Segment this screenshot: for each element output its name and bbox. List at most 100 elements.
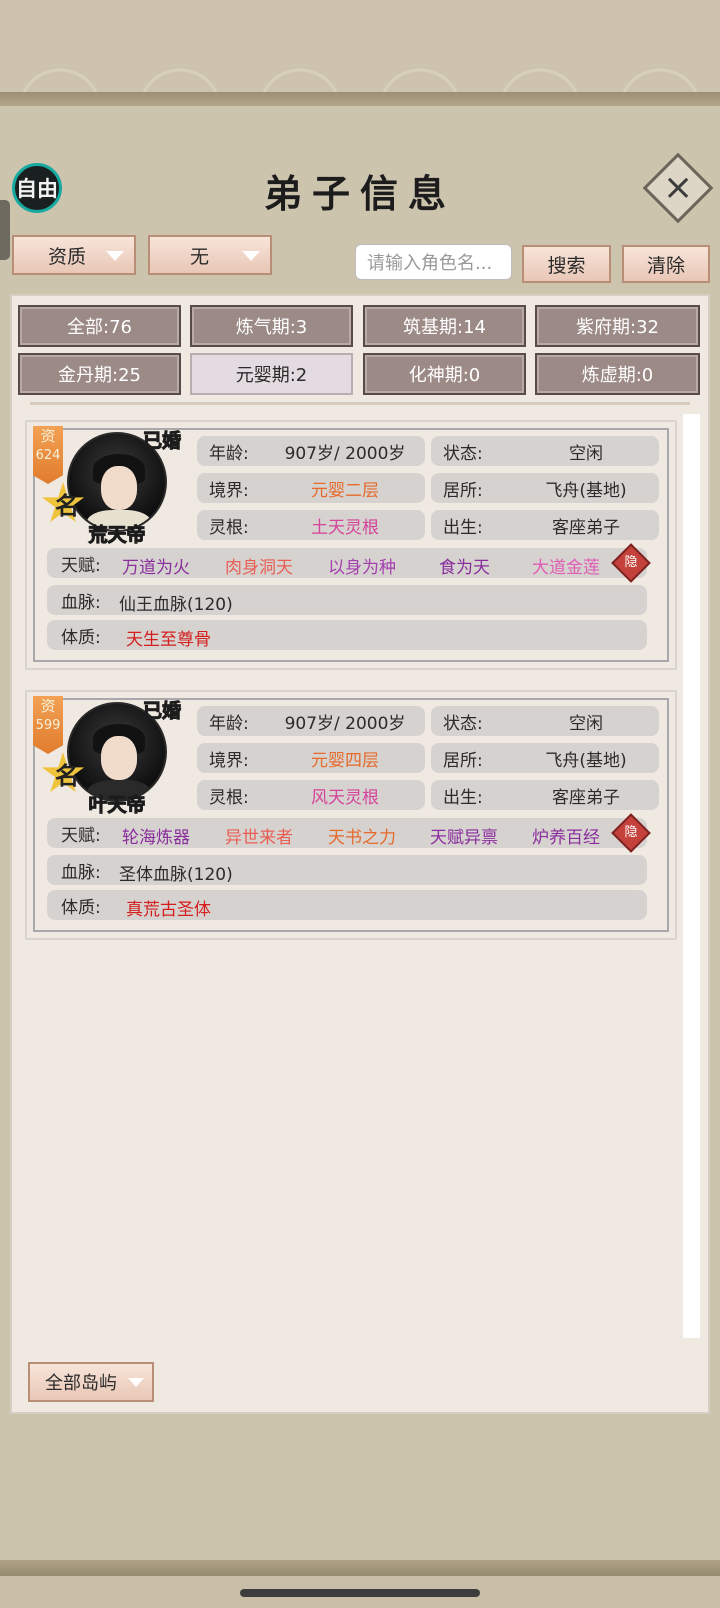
island-dropdown[interactable]: 全部岛屿 [28, 1362, 154, 1402]
talent-item[interactable]: 以身为种 [328, 553, 396, 578]
close-icon: × [662, 166, 694, 208]
married-badge: 已婚 [142, 430, 182, 453]
status-value: 空闲 [569, 713, 603, 734]
birth-value: 客座弟子 [552, 787, 620, 808]
disciple-name: 叶天帝 [88, 794, 146, 817]
tab-all[interactable]: 全部:76 [18, 305, 181, 347]
spirit-root-field: 灵根: 风天灵根 [197, 780, 425, 810]
side-handle[interactable] [0, 200, 10, 260]
hidden-label: 隐 [624, 825, 638, 840]
hidden-label: 隐 [624, 555, 638, 570]
bottom-border [0, 1560, 720, 1576]
physique-row: 体质: 真荒古圣体 [47, 890, 647, 920]
scrollbar[interactable] [683, 414, 700, 1338]
aptitude-label: 资 [40, 427, 56, 445]
residence-value: 飞舟(基地) [545, 750, 627, 771]
chevron-down-icon [106, 251, 124, 261]
tab-golden-core[interactable]: 金丹期:25 [18, 353, 181, 395]
birth-label: 出生: [443, 517, 483, 538]
search-input[interactable]: 请输入角色名... [355, 244, 512, 280]
chevron-down-icon [128, 1378, 144, 1387]
residence-field: 居所: 飞舟(基地) [431, 743, 659, 773]
realm-label: 境界: [209, 750, 249, 771]
value-dropdown-label: 无 [190, 245, 210, 268]
talent-row: 天赋: 万道为火 肉身洞天 以身为种 食为天 大道金莲 [47, 548, 647, 578]
talent-item[interactable]: 轮海炼器 [122, 823, 190, 848]
status-value: 空闲 [569, 443, 603, 464]
talent-item[interactable]: 食为天 [439, 553, 490, 578]
status-label: 状态: [443, 713, 483, 734]
age-field: 年龄: 907岁/ 2000岁 [197, 706, 425, 736]
birth-label: 出生: [443, 787, 483, 808]
age-field: 年龄: 907岁/ 2000岁 [197, 436, 425, 466]
talent-item[interactable]: 肉身洞天 [225, 553, 293, 578]
aptitude-dropdown-label: 资质 [48, 245, 87, 268]
physique-label: 体质: [61, 897, 101, 918]
free-mode-button[interactable]: 自由 [12, 163, 62, 213]
top-border [0, 92, 720, 106]
island-dropdown-label: 全部岛屿 [45, 1373, 117, 1394]
spirit-root-label: 灵根: [209, 517, 249, 538]
tab-spirit-transformation[interactable]: 化神期:0 [363, 353, 526, 395]
talent-item[interactable]: 天书之力 [328, 823, 396, 848]
realm-field: 境界: 元婴二层 [197, 473, 425, 503]
talent-item[interactable]: 炉养百经 [532, 823, 600, 848]
rank-glyph: 名 [55, 491, 79, 520]
age-value: 907岁/ 2000岁 [284, 443, 406, 464]
aptitude-value: 599 [35, 718, 61, 733]
chevron-down-icon [242, 251, 260, 261]
spirit-root-field: 灵根: 土天灵根 [197, 510, 425, 540]
talent-row: 天赋: 轮海炼器 异世来者 天书之力 天赋异禀 炉养百经 [47, 818, 647, 848]
residence-label: 居所: [443, 750, 483, 771]
aptitude-tag: 资 599 [33, 696, 63, 754]
bloodline-row: 血脉: 圣体血脉(120) [47, 855, 647, 885]
realm-value: 元婴四层 [311, 750, 379, 771]
residence-label: 居所: [443, 480, 483, 501]
bloodline-value: 仙王血脉(120) [119, 595, 233, 615]
spirit-root-value: 风天灵根 [311, 787, 379, 808]
age-value: 907岁/ 2000岁 [284, 713, 406, 734]
bloodline-label: 血脉: [61, 592, 101, 613]
birth-value: 客座弟子 [552, 517, 620, 538]
physique-row: 体质: 天生至尊骨 [47, 620, 647, 650]
disciple-card[interactable]: 资 599 名 已婚 叶天帝 年龄: 907岁/ 2000岁 状态: 空闲 境界… [25, 690, 677, 940]
physique-value: 天生至尊骨 [126, 630, 211, 650]
aptitude-tag: 资 624 [33, 426, 63, 484]
residence-value: 飞舟(基地) [545, 480, 627, 501]
birth-field: 出生: 客座弟子 [431, 780, 659, 810]
search-button[interactable]: 搜索 [522, 245, 611, 283]
disciple-name: 荒天帝 [88, 524, 146, 547]
talent-item[interactable]: 万道为火 [122, 553, 190, 578]
talent-item[interactable]: 天赋异禀 [430, 823, 498, 848]
physique-label: 体质: [61, 627, 101, 648]
status-label: 状态: [443, 443, 483, 464]
divider [30, 402, 690, 405]
tab-purple-mansion[interactable]: 紫府期:32 [535, 305, 700, 347]
spirit-root-label: 灵根: [209, 787, 249, 808]
bloodline-row: 血脉: 仙王血脉(120) [47, 585, 647, 615]
tab-foundation[interactable]: 筑基期:14 [363, 305, 526, 347]
talent-item[interactable]: 异世来者 [225, 823, 293, 848]
rank-glyph: 名 [55, 761, 79, 790]
age-label: 年龄: [209, 713, 249, 734]
bloodline-label: 血脉: [61, 862, 101, 883]
tab-qi-refining[interactable]: 炼气期:3 [190, 305, 353, 347]
birth-field: 出生: 客座弟子 [431, 510, 659, 540]
tab-nascent-soul[interactable]: 元婴期:2 [190, 353, 353, 395]
spirit-root-value: 土天灵根 [311, 517, 379, 538]
aptitude-value: 624 [35, 448, 61, 463]
talent-item[interactable]: 大道金莲 [532, 553, 600, 578]
clear-button[interactable]: 清除 [622, 245, 710, 283]
disciple-card[interactable]: 资 624 名 已婚 荒天帝 年龄: 907岁/ 2000岁 状态: 空闲 境界… [25, 420, 677, 670]
aptitude-label: 资 [40, 697, 56, 715]
realm-value: 元婴二层 [311, 480, 379, 501]
aptitude-dropdown[interactable]: 资质 [12, 235, 136, 275]
talent-label: 天赋: [61, 555, 101, 576]
age-label: 年龄: [209, 443, 249, 464]
residence-field: 居所: 飞舟(基地) [431, 473, 659, 503]
tab-void-refining[interactable]: 炼虚期:0 [535, 353, 700, 395]
home-indicator[interactable] [240, 1589, 480, 1597]
value-dropdown[interactable]: 无 [148, 235, 272, 275]
status-field: 状态: 空闲 [431, 436, 659, 466]
status-field: 状态: 空闲 [431, 706, 659, 736]
